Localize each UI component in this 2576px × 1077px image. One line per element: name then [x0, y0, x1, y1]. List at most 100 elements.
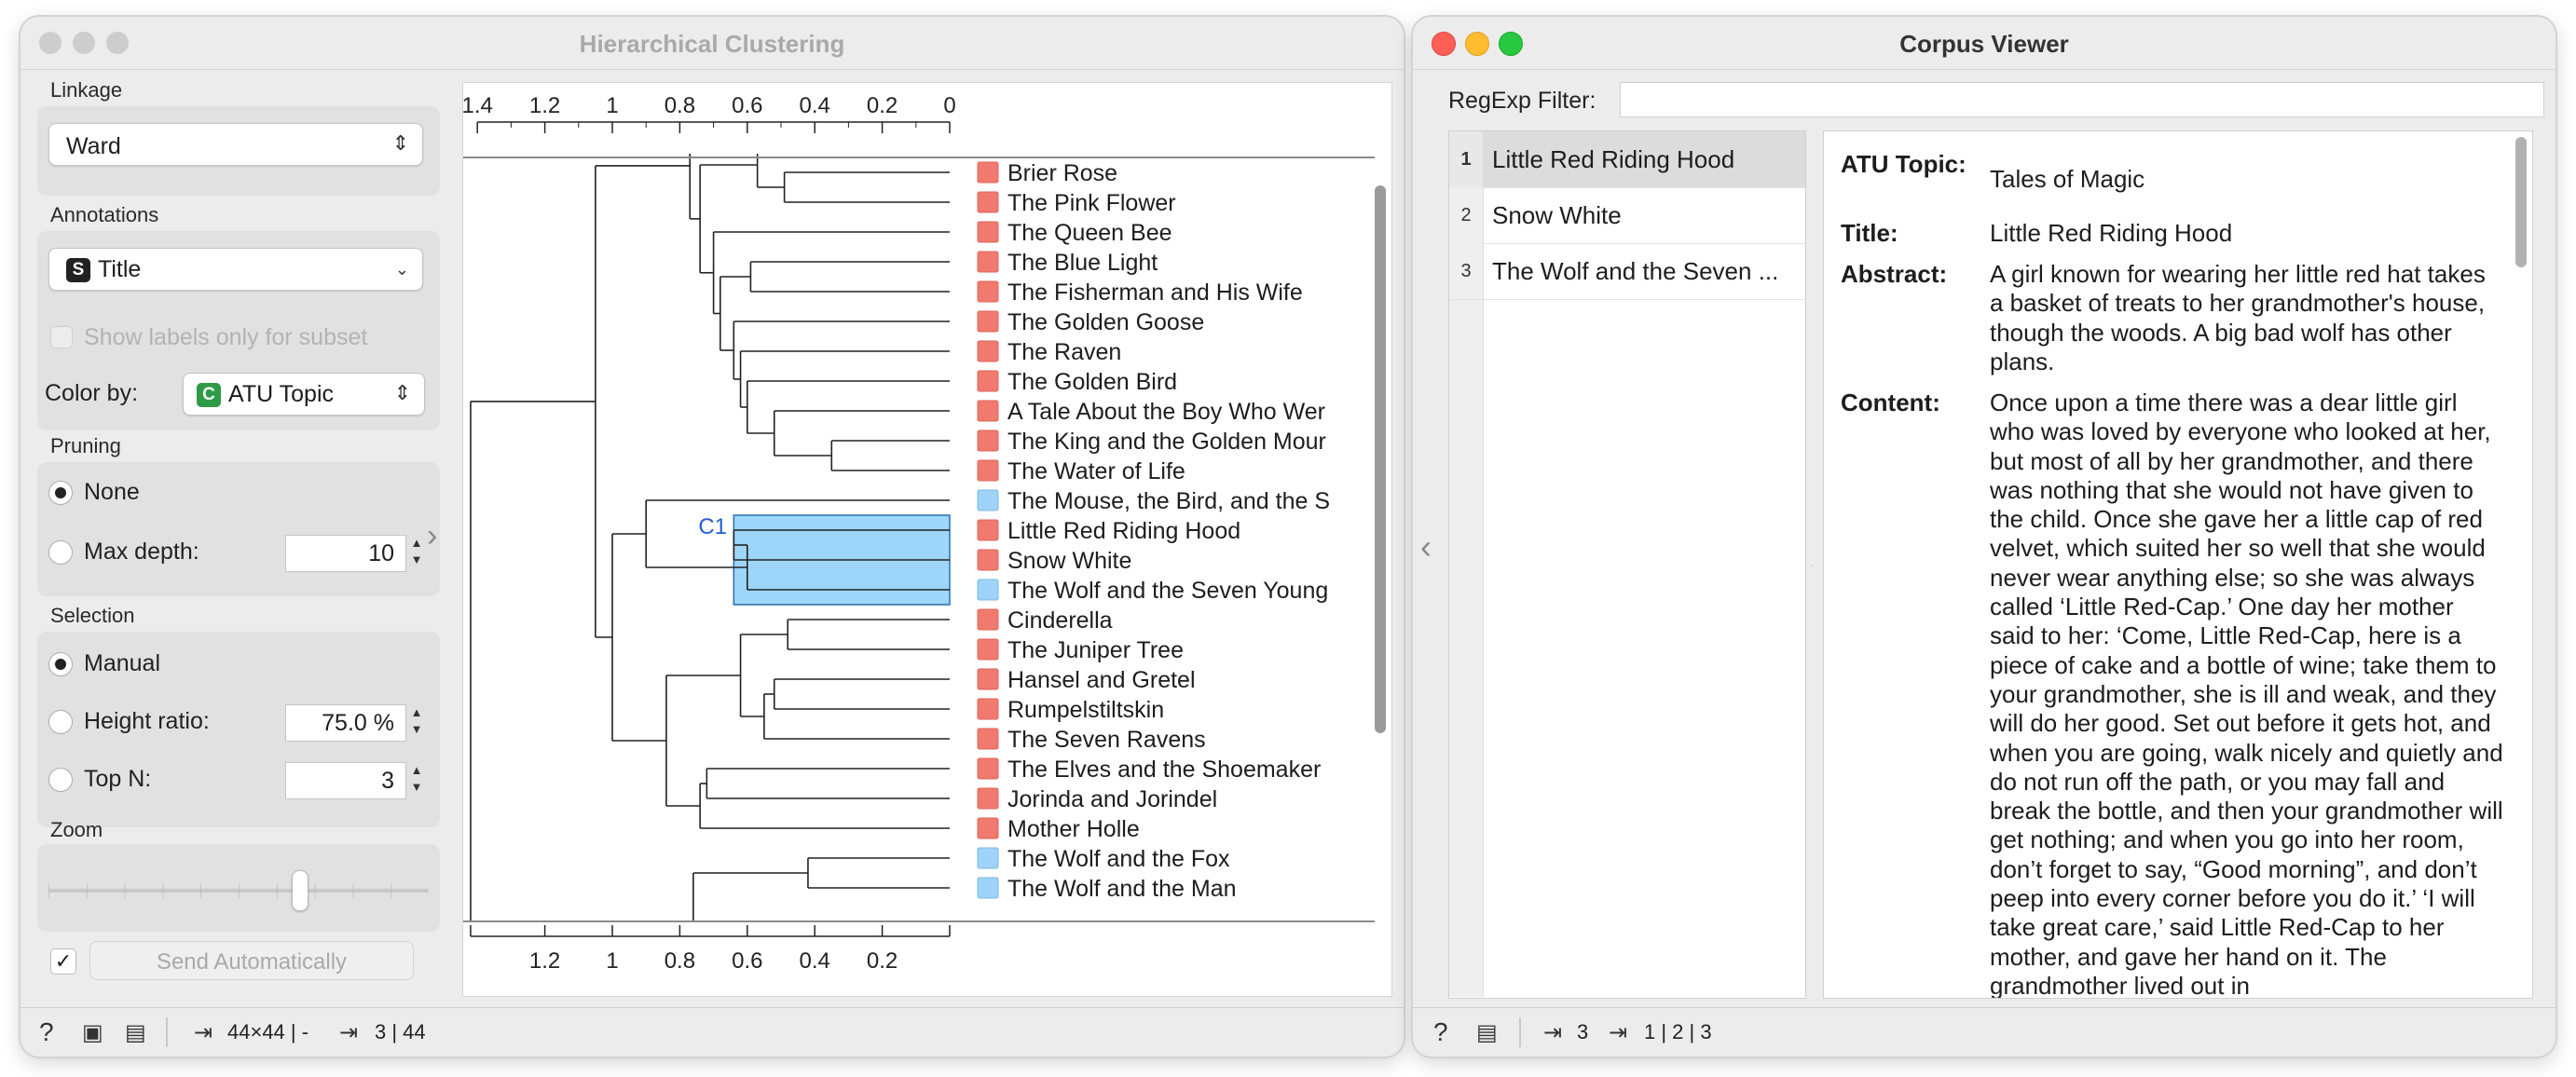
save-icon[interactable]: ▣ — [82, 1019, 103, 1046]
document-number: 1 — [1449, 131, 1484, 187]
document-row-1[interactable]: 1 Little Red Riding Hood — [1449, 131, 1805, 188]
leaf-color-swatch — [977, 191, 999, 213]
leaf-label: Hansel and Gretel — [1007, 667, 1196, 693]
title-bar: Corpus Viewer — [1413, 17, 2555, 70]
top-axis-tick-label: 0.6 — [732, 93, 762, 118]
regexp-filter-input[interactable] — [1620, 82, 2544, 117]
leaf-label: The Wolf and the Fox — [1007, 846, 1230, 872]
chevron-left-icon[interactable]: ‹ — [1420, 527, 1432, 566]
leaf-label: The Water of Life — [1007, 458, 1185, 484]
input-icon: ⇥ — [1543, 1020, 1563, 1045]
output-summary: 1 | 2 | 3 — [1644, 1020, 1712, 1043]
show-labels-subset-checkbox[interactable] — [50, 326, 73, 348]
leaf-label: The Pink Flower — [1007, 190, 1176, 216]
report-icon[interactable]: ▤ — [1476, 1019, 1498, 1046]
show-labels-subset-label: Show labels only for subset — [84, 324, 368, 350]
height-ratio-spinbox[interactable]: 75.0 % — [285, 704, 406, 742]
top-axis-tick-label: 0.2 — [867, 93, 897, 118]
pruning-none-radio[interactable] — [48, 481, 73, 505]
height-ratio-radio[interactable] — [48, 710, 73, 734]
leaf-label: Snow White — [1007, 548, 1131, 574]
splitter-handle[interactable]: · — [1810, 557, 1816, 572]
linkage-combo[interactable]: Ward ⇕ — [48, 123, 423, 166]
leaf-color-swatch — [977, 221, 999, 243]
selection-label: Selection — [50, 604, 135, 627]
top-axis-tick-label: 0.8 — [665, 93, 695, 118]
leaf-color-swatch — [977, 459, 999, 482]
input-summary: 44×44 | - — [227, 1020, 309, 1043]
leaf-color-swatch — [977, 310, 999, 333]
leaf-color-swatch — [977, 608, 999, 631]
leaf-label: Cinderella — [1007, 607, 1113, 634]
output-icon: ⇥ — [1609, 1020, 1628, 1045]
leaf-label: The Elves and the Shoemaker — [1007, 757, 1321, 783]
status-bar: ? ▣ ▤ ⇥ 44×44 | - ⇥ 3 | 44 — [21, 1007, 1404, 1057]
linkage-value: Ward — [66, 133, 121, 159]
zoom-slider-handle[interactable] — [292, 870, 309, 911]
output-icon: ⇥ — [339, 1020, 359, 1045]
auto-send-checkbox[interactable]: ✓ — [50, 948, 76, 975]
input-icon: ⇥ — [194, 1020, 213, 1045]
top-n-radio[interactable] — [48, 768, 73, 792]
dendrogram-canvas[interactable]: C1The Three LanguagesThe White SnakeBrie… — [463, 83, 1391, 996]
top-axis-tick-label: 0 — [943, 93, 955, 118]
leaf-color-swatch — [977, 429, 999, 452]
cluster-label: C1 — [698, 514, 727, 539]
report-icon[interactable]: ▤ — [125, 1019, 146, 1046]
categorical-variable-icon: C — [197, 383, 221, 407]
leaf-label: The Seven Ravens — [1007, 727, 1206, 753]
send-automatically-button[interactable]: Send Automatically — [89, 941, 414, 980]
linkage-box: Ward ⇕ — [37, 106, 440, 196]
max-depth-spinbox[interactable]: 10 — [285, 535, 406, 572]
leaf-color-swatch — [977, 698, 999, 720]
max-depth-stepper-icon[interactable]: ▲ ▼ — [406, 535, 427, 572]
bottom-axis-background — [463, 921, 1391, 996]
bottom-axis-tick-label: 0.2 — [867, 948, 897, 974]
leaf-color-swatch — [977, 400, 999, 422]
annotation-combo[interactable]: S Title ⌄ — [48, 248, 423, 291]
zoom-slider-track[interactable] — [48, 883, 429, 898]
leaf-color-swatch — [977, 370, 999, 392]
leaf-label: Brier Rose — [1007, 160, 1117, 186]
leaf-color-swatch — [977, 847, 999, 869]
leaf-label: A Tale About the Boy Who Wer — [1007, 399, 1325, 425]
document-row-3[interactable]: 3 The Wolf and the Seven ... — [1449, 243, 1805, 300]
document-row-2[interactable]: 2 Snow White — [1449, 187, 1805, 244]
leaf-label: The Golden Bird — [1007, 369, 1177, 395]
updown-icon: ⇕ — [391, 131, 409, 155]
manual-radio[interactable] — [48, 652, 73, 676]
output-summary: 3 | 44 — [375, 1020, 426, 1043]
dendrogram-scrollbar[interactable] — [1375, 185, 1386, 733]
leaf-color-swatch — [977, 787, 999, 810]
window-title: Hierarchical Clustering — [579, 30, 845, 58]
annotations-label: Annotations — [50, 203, 159, 226]
leaf-label: The Juniper Tree — [1007, 637, 1184, 663]
document-title: The Wolf and the Seven ... — [1492, 257, 1779, 285]
manual-label: Manual — [84, 650, 160, 676]
leaf-label: The Mouse, the Bird, and the S — [1007, 488, 1330, 514]
document-number: 2 — [1449, 187, 1484, 243]
leaf-color-swatch — [977, 340, 999, 362]
top-n-spinbox[interactable]: 3 — [285, 762, 406, 799]
height-ratio-label: Height ratio: — [84, 708, 210, 734]
height-ratio-value: 75.0 % — [322, 710, 394, 736]
annotations-box: S Title ⌄ Show labels only for subset Col… — [37, 231, 440, 430]
help-icon[interactable]: ? — [39, 1017, 54, 1047]
help-icon[interactable]: ? — [1433, 1017, 1448, 1047]
height-ratio-stepper-icon[interactable]: ▲ ▼ — [406, 704, 427, 742]
abstract-field-value: A girl known for wearing her little red … — [1990, 260, 2486, 375]
bottom-axis-tick-label: 0.6 — [732, 948, 762, 974]
color-by-combo[interactable]: C ATU Topic ⇕ — [183, 373, 425, 416]
chevron-right-icon[interactable]: › — [427, 518, 437, 554]
pruning-box: None Max depth: 10 ▲ ▼ — [37, 462, 440, 596]
dendrogram-view[interactable]: C1The Three LanguagesThe White SnakeBrie… — [462, 82, 1392, 997]
top-n-stepper-icon[interactable]: ▲ ▼ — [406, 762, 427, 799]
string-variable-icon: S — [66, 258, 90, 282]
annotation-value: Title — [98, 256, 142, 282]
leaf-color-swatch — [977, 579, 999, 601]
leaf-color-swatch — [977, 817, 999, 839]
max-depth-radio[interactable] — [48, 540, 73, 565]
content-scrollbar[interactable] — [2515, 137, 2527, 267]
leaf-color-swatch — [977, 877, 999, 899]
pruning-none-label: None — [84, 479, 140, 505]
